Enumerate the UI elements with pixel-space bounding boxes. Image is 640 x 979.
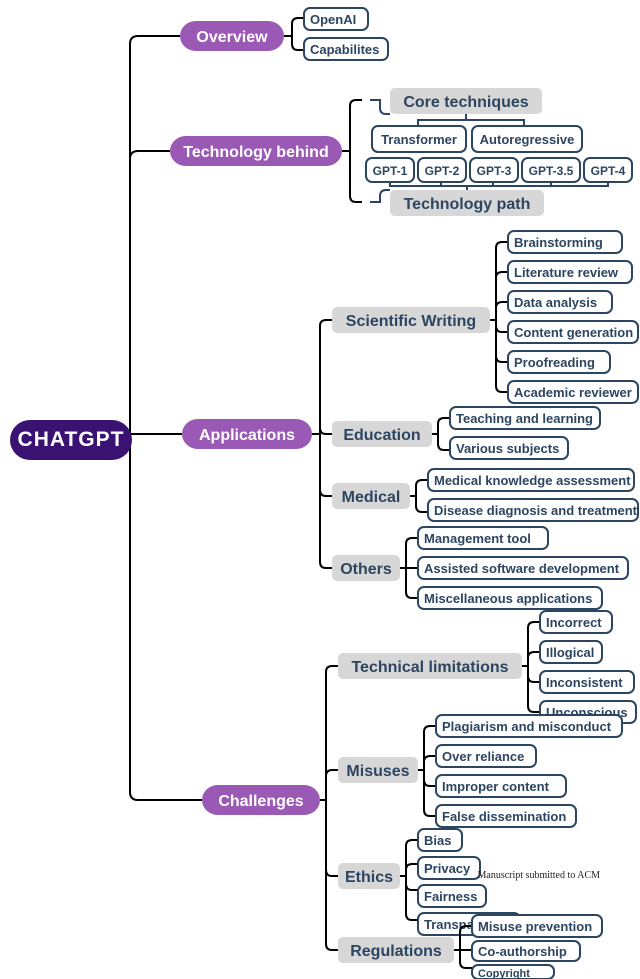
leaf-gpt3-label: GPT-3 bbox=[477, 164, 512, 178]
connector bbox=[312, 434, 332, 568]
leaf-coauthor-label: Co-authorship bbox=[478, 944, 567, 959]
connector bbox=[320, 666, 338, 800]
connector bbox=[410, 480, 428, 496]
connector bbox=[118, 36, 180, 440]
connector bbox=[454, 950, 472, 968]
leaf-diagnosis-label: Disease diagnosis and treatment bbox=[434, 503, 638, 518]
connector bbox=[400, 568, 418, 598]
leaf-contentgen-label: Content generation bbox=[514, 325, 633, 340]
footer-text: Manuscript submitted to ACM bbox=[478, 870, 601, 881]
leaf-academicrev-label: Academic reviewer bbox=[514, 385, 632, 400]
leaf-swdev-label: Assisted software development bbox=[424, 561, 620, 576]
connector bbox=[284, 36, 304, 50]
leaf-misuseprev-label: Misuse prevention bbox=[478, 919, 592, 934]
leaf-copyright-label: Copyright bbox=[478, 968, 530, 979]
leaf-mgmt-label: Management tool bbox=[424, 531, 531, 546]
technology-path-label: Technology path bbox=[404, 196, 531, 213]
connector bbox=[320, 800, 338, 876]
connector bbox=[118, 151, 170, 440]
connector bbox=[418, 726, 436, 770]
leaf-litreview-label: Literature review bbox=[514, 265, 619, 280]
connector bbox=[320, 770, 338, 800]
connector bbox=[466, 114, 524, 126]
connector bbox=[467, 182, 608, 190]
connector bbox=[312, 434, 332, 496]
connector bbox=[522, 666, 540, 712]
leaf-brainstorming-label: Brainstorming bbox=[514, 235, 603, 250]
connector bbox=[418, 770, 436, 816]
leaf-inconsistent-label: Inconsistent bbox=[546, 675, 623, 690]
leaf-plagiarism-label: Plagiarism and misconduct bbox=[442, 719, 612, 734]
connector bbox=[522, 666, 540, 682]
leaf-gpt35-label: GPT-3.5 bbox=[529, 164, 574, 178]
leaf-improper-label: Improper content bbox=[442, 779, 550, 794]
connector bbox=[418, 114, 466, 126]
cat-technical-label: Technical limitations bbox=[351, 659, 508, 676]
leaf-dataanalysis-label: Data analysis bbox=[514, 295, 597, 310]
leaf-misc-label: Miscellaneous applications bbox=[424, 591, 592, 606]
cat-scientific-label: Scientific Writing bbox=[346, 313, 476, 330]
cat-ethics-label: Ethics bbox=[345, 869, 393, 886]
leaf-fairness-label: Fairness bbox=[424, 889, 477, 904]
leaf-transformer-label: Transformer bbox=[381, 132, 457, 147]
leaf-openai-label: OpenAI bbox=[310, 12, 356, 27]
connector bbox=[522, 652, 540, 666]
cat-regulations-label: Regulations bbox=[350, 943, 442, 960]
connector bbox=[284, 18, 304, 36]
leaf-gpt2-label: GPT-2 bbox=[425, 164, 460, 178]
leaf-proofreading-label: Proofreading bbox=[514, 355, 595, 370]
leaf-teaching-label: Teaching and learning bbox=[456, 411, 593, 426]
leaf-overreliance-label: Over reliance bbox=[442, 749, 524, 764]
leaf-capabilities-label: Capabilites bbox=[310, 42, 379, 57]
connector bbox=[410, 496, 428, 512]
leaf-autoregressive-label: Autoregressive bbox=[480, 132, 575, 147]
section-applications-label: Applications bbox=[199, 427, 295, 444]
connector bbox=[522, 622, 540, 666]
connector bbox=[400, 538, 418, 568]
connector bbox=[432, 434, 450, 450]
connector bbox=[400, 876, 418, 920]
connector bbox=[400, 864, 418, 876]
section-challenges-label: Challenges bbox=[218, 793, 303, 810]
sci-connectors bbox=[490, 242, 508, 392]
leaf-illogical-label: Illogical bbox=[546, 645, 594, 660]
root-label: CHATGPT bbox=[18, 428, 125, 451]
connector bbox=[400, 840, 418, 876]
connector bbox=[118, 440, 202, 800]
section-technology-label: Technology behind bbox=[183, 144, 328, 161]
cat-education-label: Education bbox=[343, 427, 420, 444]
cat-misuses-label: Misuses bbox=[346, 763, 409, 780]
leaf-subjects-label: Various subjects bbox=[456, 441, 559, 456]
mindmap-canvas: CHATGPT Overview OpenAI Capabilites Tech… bbox=[0, 0, 640, 979]
cat-medical-label: Medical bbox=[342, 489, 401, 506]
leaf-bias-label: Bias bbox=[424, 833, 451, 848]
section-overview-label: Overview bbox=[196, 29, 268, 46]
core-techniques-label: Core techniques bbox=[403, 94, 528, 111]
leaf-falsedis-label: False dissemination bbox=[442, 809, 566, 824]
leaf-medknow-label: Medical knowledge assessment bbox=[434, 473, 631, 488]
connector bbox=[400, 876, 418, 890]
cat-others-label: Others bbox=[340, 561, 392, 578]
connector bbox=[370, 100, 390, 114]
connector bbox=[342, 151, 362, 202]
connector bbox=[418, 756, 436, 770]
leaf-privacy-label: Privacy bbox=[424, 861, 471, 876]
connector bbox=[342, 100, 362, 151]
connector bbox=[441, 182, 467, 190]
leaf-incorrect-label: Incorrect bbox=[546, 615, 602, 630]
leaf-gpt4-label: GPT-4 bbox=[591, 164, 626, 178]
connector bbox=[312, 320, 332, 434]
connector bbox=[432, 418, 450, 434]
leaf-gpt1-label: GPT-1 bbox=[373, 164, 408, 178]
connector bbox=[418, 770, 436, 786]
connector bbox=[370, 190, 390, 202]
